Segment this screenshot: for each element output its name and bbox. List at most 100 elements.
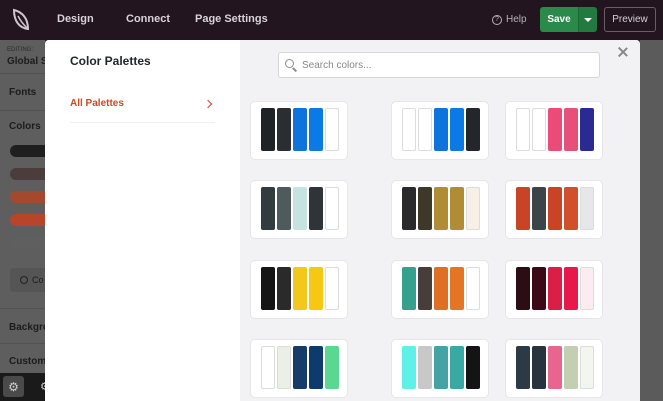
palette-swatch: [532, 267, 546, 310]
color-swatch[interactable]: [10, 145, 45, 157]
palette-swatch: [532, 187, 546, 230]
canvas-overlay: [640, 40, 663, 401]
palette-card[interactable]: [506, 102, 602, 159]
palette-swatch: [293, 187, 307, 230]
palette-swatch: [309, 187, 323, 230]
palette-swatch: [450, 187, 464, 230]
palette-swatches: [516, 267, 594, 310]
palette-card[interactable]: [251, 181, 347, 238]
search-input[interactable]: [302, 59, 592, 71]
palette-swatch: [450, 346, 464, 389]
palette-swatch: [580, 187, 594, 230]
color-swatch[interactable]: [10, 168, 45, 180]
palette-swatches: [402, 187, 480, 230]
palette-swatch: [466, 346, 480, 389]
color-swatch[interactable]: [10, 191, 45, 203]
palette-swatch: [325, 187, 339, 230]
palette-swatch: [293, 346, 307, 389]
palette-card[interactable]: [506, 261, 602, 318]
panel-footer: ⚙ ⚙: [0, 373, 45, 401]
palette-swatches: [516, 187, 594, 230]
gear-icon[interactable]: ⚙: [3, 376, 24, 397]
palette-swatch: [325, 267, 339, 310]
palette-swatch: [434, 108, 448, 151]
background-section[interactable]: Backgro: [9, 322, 45, 333]
modal-sidebar: Color Palettes All Palettes: [45, 40, 240, 401]
palette-swatch: [564, 267, 578, 310]
palette-swatches: [261, 108, 339, 151]
palette-swatch: [532, 346, 546, 389]
divider: [0, 73, 45, 74]
chevron-down-icon: [584, 17, 592, 22]
close-icon[interactable]: [617, 46, 629, 58]
seedprod-logo-icon: [12, 8, 30, 31]
palette-swatch: [450, 267, 464, 310]
palette-swatch: [261, 346, 275, 389]
nav-connect[interactable]: Connect: [126, 13, 170, 25]
palette-swatch: [325, 108, 339, 151]
modal-title: Color Palettes: [70, 54, 151, 68]
palette-swatch: [402, 267, 416, 310]
top-bar: Design Connect Page Settings ? Help Save…: [0, 0, 663, 40]
palette-swatch: [434, 187, 448, 230]
palette-card[interactable]: [392, 340, 488, 397]
palette-card[interactable]: [392, 102, 488, 159]
settings-panel: EDITING: Global S Fonts Colors Co Backgr…: [0, 40, 45, 401]
palette-swatch: [434, 267, 448, 310]
palette-swatches: [402, 267, 480, 310]
palette-swatch: [418, 108, 432, 151]
palette-card[interactable]: [251, 340, 347, 397]
color-palettes-modal: Color Palettes All Palettes: [45, 40, 640, 401]
divider: [0, 110, 45, 111]
palette-card[interactable]: [251, 102, 347, 159]
palette-swatch: [261, 267, 275, 310]
sidebar-item-label: All Palettes: [70, 98, 124, 109]
preview-button[interactable]: Preview: [604, 7, 656, 32]
palette-swatch: [516, 108, 530, 151]
palette-swatches: [261, 346, 339, 389]
question-circle-icon: ?: [492, 14, 502, 25]
custom-css-section[interactable]: Custom: [9, 356, 45, 367]
palette-swatch: [466, 267, 480, 310]
colors-section[interactable]: Colors: [9, 121, 41, 132]
palette-swatch: [402, 108, 416, 151]
search-box: [278, 52, 600, 78]
color-swatch[interactable]: [10, 237, 45, 249]
sidebar-item-all-palettes[interactable]: All Palettes: [70, 95, 215, 123]
palette-card[interactable]: [506, 181, 602, 238]
nav-design[interactable]: Design: [57, 13, 94, 25]
palette-swatch: [261, 108, 275, 151]
palette-card[interactable]: [392, 181, 488, 238]
palette-card[interactable]: [392, 261, 488, 318]
divider: [0, 343, 45, 344]
palette-swatches: [516, 346, 594, 389]
palette-card[interactable]: [251, 261, 347, 318]
palette-swatch: [293, 267, 307, 310]
chevron-right-icon: [203, 99, 213, 109]
palette-card[interactable]: [506, 340, 602, 397]
save-button[interactable]: Save: [540, 7, 578, 32]
palette-swatch: [548, 108, 562, 151]
palette-swatch: [261, 187, 275, 230]
palette-icon: [20, 276, 28, 284]
palette-swatch: [434, 346, 448, 389]
palette-swatch: [548, 187, 562, 230]
palette-swatch: [580, 346, 594, 389]
palette-swatch: [532, 108, 546, 151]
color-swatch[interactable]: [10, 214, 45, 226]
palette-swatch: [564, 187, 578, 230]
palette-swatch: [277, 187, 291, 230]
palette-swatch: [325, 346, 339, 389]
palette-swatch: [548, 267, 562, 310]
palette-swatches: [516, 108, 594, 151]
palette-swatches: [402, 346, 480, 389]
save-options-button[interactable]: [578, 7, 597, 32]
palette-swatches: [261, 187, 339, 230]
palette-swatch: [466, 108, 480, 151]
customize-button[interactable]: Co: [10, 268, 45, 292]
fonts-section[interactable]: Fonts: [9, 87, 36, 98]
help-link[interactable]: ? Help: [492, 14, 527, 25]
palette-swatch: [309, 108, 323, 151]
nav-page-settings[interactable]: Page Settings: [195, 13, 268, 25]
palette-swatch: [402, 187, 416, 230]
